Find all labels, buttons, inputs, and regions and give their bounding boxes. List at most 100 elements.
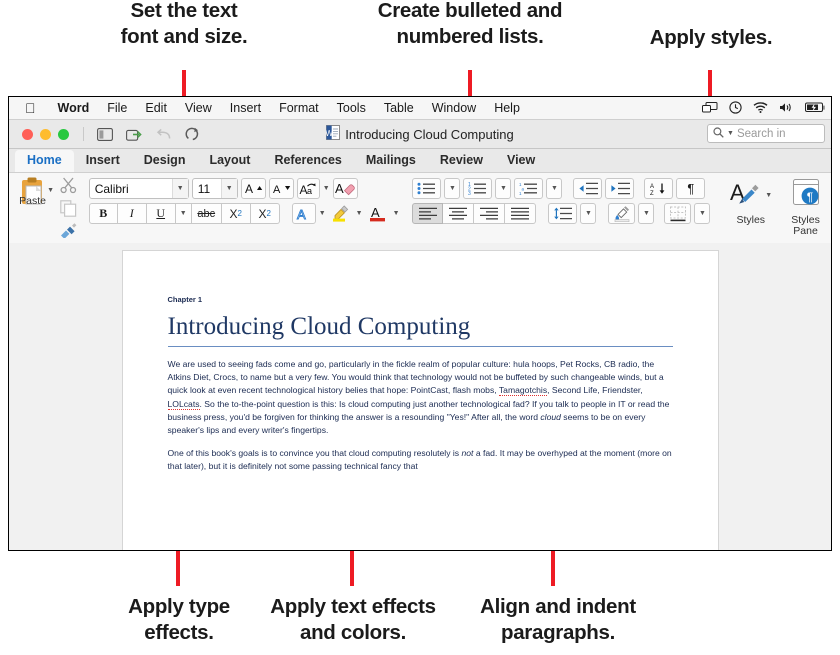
tab-review[interactable]: Review — [428, 150, 495, 172]
menu-item-word[interactable]: Word — [49, 101, 99, 115]
screen-mirroring-icon[interactable] — [702, 101, 718, 115]
justify-icon[interactable] — [505, 203, 537, 224]
highlight-chevron-icon[interactable]: ▼ — [356, 210, 363, 217]
increase-indent-icon[interactable] — [605, 178, 635, 199]
menu-item-table[interactable]: Table — [375, 101, 423, 115]
menu-bar-status-icons — [702, 100, 831, 116]
font-name-combobox[interactable]: Calibri ▼ — [88, 178, 189, 199]
paragraph-row-top: ▼ 123 ▼ 1a1 ▼ AZ ¶ — [412, 178, 710, 199]
window-title-bar: W Introducing Cloud Computing ▼ Search i… — [9, 120, 831, 149]
italic-button[interactable]: I — [117, 203, 147, 224]
document-paragraph-1: We are used to seeing fads come and go, … — [167, 359, 670, 436]
tab-view[interactable]: View — [495, 150, 547, 172]
close-button[interactable] — [22, 128, 33, 140]
font-style-segmented: B I U ▼ abc X2 X2 — [88, 203, 280, 224]
font-size-combobox[interactable]: 11 ▼ — [191, 178, 238, 199]
time-machine-icon[interactable] — [729, 100, 742, 116]
search-icon — [713, 126, 724, 141]
sort-az-icon[interactable]: AZ — [644, 178, 674, 199]
share-icon[interactable] — [126, 128, 143, 141]
apple-icon[interactable]:  — [9, 101, 49, 115]
bullets-chevron-icon[interactable]: ▼ — [444, 178, 461, 199]
document-canvas[interactable]: Chapter 1 Introducing Cloud Computing We… — [9, 243, 831, 550]
format-painter-icon[interactable] — [59, 223, 77, 243]
styles-pane-icon[interactable]: ¶ — [790, 178, 822, 213]
menu-item-insert[interactable]: Insert — [221, 101, 270, 115]
line-spacing-chevron-icon[interactable]: ▼ — [580, 203, 597, 224]
font-color-icon[interactable]: A — [366, 203, 390, 224]
borders-icon[interactable] — [664, 203, 692, 224]
menu-item-format[interactable]: Format — [270, 101, 328, 115]
menu-item-edit[interactable]: Edit — [136, 101, 176, 115]
numbered-list-icon[interactable]: 123 — [463, 178, 493, 199]
ribbon-toolbar: ▼ Paste Calibri ▼ 11 ▼ A A A a ▼ A B I U… — [9, 173, 831, 246]
numbering-chevron-icon[interactable]: ▼ — [495, 178, 512, 199]
shrink-font-icon[interactable]: A — [268, 178, 294, 199]
minimize-button[interactable] — [40, 128, 51, 140]
zoom-button[interactable] — [58, 128, 69, 140]
menu-item-file[interactable]: File — [98, 101, 136, 115]
paste-dropdown-chevron-icon[interactable]: ▼ — [47, 187, 54, 194]
text-effects-chevron-icon[interactable]: ▼ — [319, 210, 326, 217]
menu-item-help[interactable]: Help — [485, 101, 529, 115]
font-color-chevron-icon[interactable]: ▼ — [393, 210, 400, 217]
clear-formatting-icon[interactable]: A — [332, 178, 358, 199]
search-input[interactable]: ▼ Search in — [707, 124, 825, 143]
styles-pane-label: Styles Pane — [791, 214, 820, 237]
redo-icon[interactable] — [185, 127, 201, 141]
decrease-indent-icon[interactable] — [573, 178, 603, 199]
grow-font-icon[interactable]: A — [240, 178, 266, 199]
strikethrough-button[interactable]: abc — [191, 203, 222, 224]
menu-item-window[interactable]: Window — [423, 101, 485, 115]
shading-chevron-icon[interactable]: ▼ — [638, 203, 655, 224]
highlight-color-icon[interactable] — [329, 203, 353, 224]
document-page[interactable]: Chapter 1 Introducing Cloud Computing We… — [122, 251, 718, 550]
ribbon-group-styles: A ▼ Styles — [725, 173, 776, 245]
shading-icon[interactable] — [608, 203, 636, 224]
align-left-icon[interactable] — [412, 203, 444, 224]
align-right-icon[interactable] — [474, 203, 506, 224]
scissors-icon[interactable] — [59, 177, 77, 199]
styles-icon[interactable]: A — [729, 178, 763, 213]
underline-chevron-icon[interactable]: ▼ — [175, 203, 192, 224]
font-size-chevron-icon[interactable]: ▼ — [220, 179, 237, 198]
sidebar-toggle-icon[interactable] — [97, 127, 113, 141]
font-size-value: 11 — [197, 181, 211, 196]
undo-icon[interactable] — [156, 128, 172, 141]
bulleted-list-icon[interactable] — [412, 178, 442, 199]
tab-design[interactable]: Design — [132, 150, 198, 172]
font-name-chevron-icon[interactable]: ▼ — [171, 179, 188, 198]
line-spacing-icon[interactable] — [548, 203, 578, 224]
search-scope-chevron-icon[interactable]: ▼ — [727, 130, 734, 137]
wifi-icon[interactable] — [753, 101, 768, 115]
svg-text:A: A — [371, 205, 380, 220]
align-center-icon[interactable] — [443, 203, 475, 224]
menu-item-view[interactable]: View — [176, 101, 221, 115]
borders-chevron-icon[interactable]: ▼ — [694, 203, 711, 224]
change-case-chevron-icon[interactable]: ▼ — [323, 185, 330, 192]
styles-chevron-icon[interactable]: ▼ — [765, 192, 772, 199]
pilcrow-icon[interactable]: ¶ — [676, 178, 706, 199]
svg-text:1: 1 — [519, 191, 522, 195]
svg-text:a: a — [522, 187, 525, 192]
bold-button[interactable]: B — [88, 203, 118, 224]
callout-caption-align: Align and indent paragraphs. — [480, 595, 636, 644]
battery-icon[interactable] — [805, 102, 827, 115]
tab-layout[interactable]: Layout — [197, 150, 262, 172]
superscript-button[interactable]: X2 — [250, 203, 280, 224]
underline-button[interactable]: U — [146, 203, 176, 224]
text-effects-icon[interactable]: A — [291, 203, 316, 224]
tab-references[interactable]: References — [262, 150, 353, 172]
multilevel-list-icon[interactable]: 1a1 — [514, 178, 544, 199]
change-case-icon[interactable]: Aa — [296, 178, 320, 199]
alignment-segmented — [412, 203, 537, 224]
menu-item-tools[interactable]: Tools — [328, 101, 375, 115]
multilevel-chevron-icon[interactable]: ▼ — [546, 178, 563, 199]
volume-icon[interactable] — [779, 102, 794, 115]
tab-insert[interactable]: Insert — [74, 150, 132, 172]
tab-home[interactable]: Home — [15, 150, 74, 172]
copy-icon[interactable] — [59, 200, 77, 222]
subscript-button[interactable]: X2 — [221, 203, 251, 224]
font-name-value: Calibri — [94, 181, 129, 196]
tab-mailings[interactable]: Mailings — [354, 150, 428, 172]
